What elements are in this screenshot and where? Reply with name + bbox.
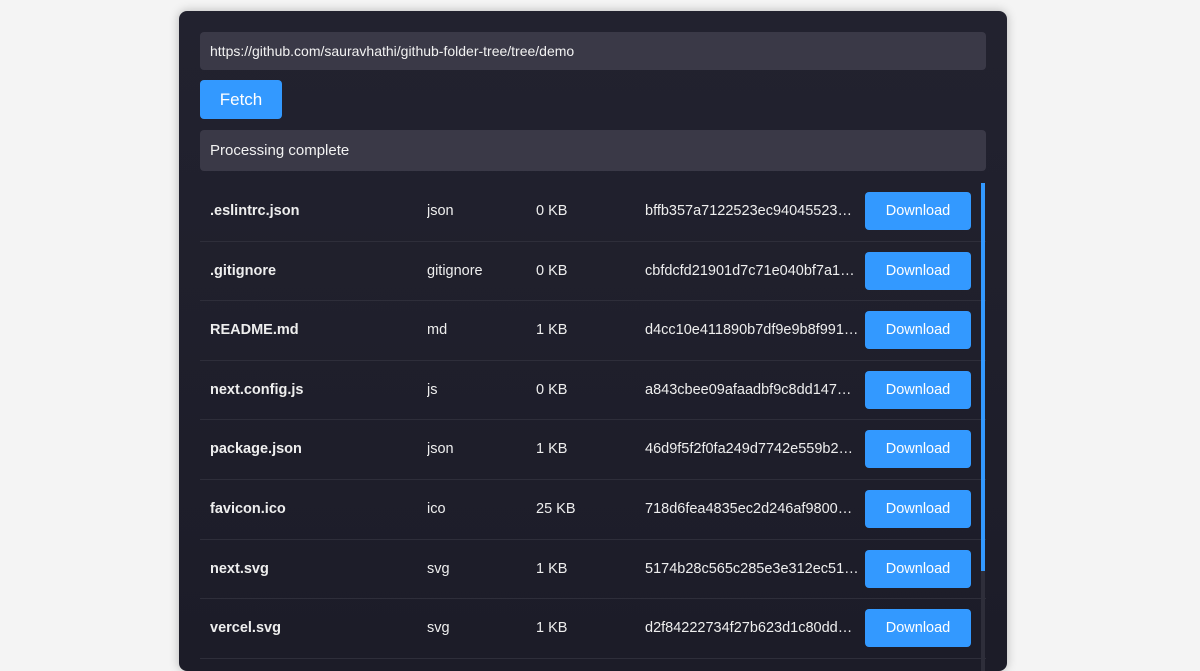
file-type: gitignore bbox=[427, 262, 483, 279]
download-button[interactable]: Download bbox=[865, 370, 971, 409]
file-type: svg bbox=[427, 560, 450, 577]
file-size: 0 KB bbox=[536, 381, 568, 398]
file-sha: d4cc10e411890b7df9e9b8f991… bbox=[645, 322, 859, 339]
file-row: next.config.js js 0 KB a843cbee09afaadbf… bbox=[200, 361, 986, 421]
file-name: vercel.svg bbox=[210, 620, 281, 637]
file-type: svg bbox=[427, 620, 450, 637]
file-row: README.md md 1 KB d4cc10e411890b7df9e9b8… bbox=[200, 301, 986, 361]
file-sha: a843cbee09afaadbf9c8dd1477… bbox=[645, 381, 859, 398]
file-size: 0 KB bbox=[536, 262, 568, 279]
file-row: next.svg svg 1 KB 5174b28c565c285e3e312e… bbox=[200, 540, 986, 600]
file-name: README.md bbox=[210, 322, 299, 339]
file-name: package.json bbox=[210, 441, 302, 458]
file-row: package.json json 1 KB 46d9f5f2f0fa249d7… bbox=[200, 420, 986, 480]
scrollbar-thumb[interactable] bbox=[981, 183, 985, 571]
download-button[interactable]: Download bbox=[865, 192, 971, 230]
status-message: Processing complete bbox=[200, 130, 986, 171]
file-size: 25 KB bbox=[536, 500, 576, 517]
file-sha: bffb357a7122523ec940455237… bbox=[645, 203, 859, 219]
file-sha: 718d6fea4835ec2d246af9800e… bbox=[645, 500, 859, 517]
download-button[interactable]: Download bbox=[865, 489, 971, 528]
download-button[interactable]: Download bbox=[865, 311, 971, 350]
file-size: 1 KB bbox=[536, 560, 568, 577]
file-size: 1 KB bbox=[536, 322, 568, 339]
file-type: js bbox=[427, 381, 438, 398]
file-sha: 46d9f5f2f0fa249d7742e559b2c… bbox=[645, 441, 859, 458]
file-sha: 5174b28c565c285e3e312ec51… bbox=[645, 560, 859, 577]
file-size: 0 KB bbox=[536, 203, 568, 219]
file-list-scrollbar[interactable] bbox=[981, 183, 985, 671]
file-name: .eslintrc.json bbox=[210, 203, 300, 219]
file-sha: cbfdcfd21901d7c71e040bf7a1… bbox=[645, 262, 855, 279]
file-list[interactable]: .eslintrc.json json 0 KB bffb357a7122523… bbox=[200, 182, 986, 671]
file-size: 1 KB bbox=[536, 441, 568, 458]
file-type: json bbox=[427, 441, 454, 458]
file-size: 1 KB bbox=[536, 620, 568, 637]
file-row: favicon.ico ico 25 KB 718d6fea4835ec2d24… bbox=[200, 480, 986, 540]
file-row: .gitignore gitignore 0 KB cbfdcfd21901d7… bbox=[200, 242, 986, 302]
download-button[interactable]: Download bbox=[865, 251, 971, 290]
file-name: next.svg bbox=[210, 560, 269, 577]
file-type: json bbox=[427, 203, 454, 219]
repo-url-input[interactable] bbox=[200, 32, 986, 70]
file-fetcher-panel: Fetch Processing complete .eslintrc.json… bbox=[179, 11, 1007, 671]
file-row: vercel.svg svg 1 KB d2f84222734f27b623d1… bbox=[200, 599, 986, 659]
file-name: favicon.ico bbox=[210, 500, 286, 517]
file-name: .gitignore bbox=[210, 262, 277, 279]
download-button[interactable]: Download bbox=[865, 430, 971, 469]
download-button[interactable]: Download bbox=[865, 549, 971, 588]
file-name: next.config.js bbox=[210, 381, 304, 398]
fetch-button[interactable]: Fetch bbox=[200, 80, 282, 119]
file-sha: d2f84222734f27b623d1c80dda… bbox=[645, 620, 859, 637]
file-row: .eslintrc.json json 0 KB bffb357a7122523… bbox=[200, 182, 986, 242]
file-type: ico bbox=[427, 500, 446, 517]
file-type: md bbox=[427, 322, 448, 339]
download-button[interactable]: Download bbox=[865, 609, 971, 648]
